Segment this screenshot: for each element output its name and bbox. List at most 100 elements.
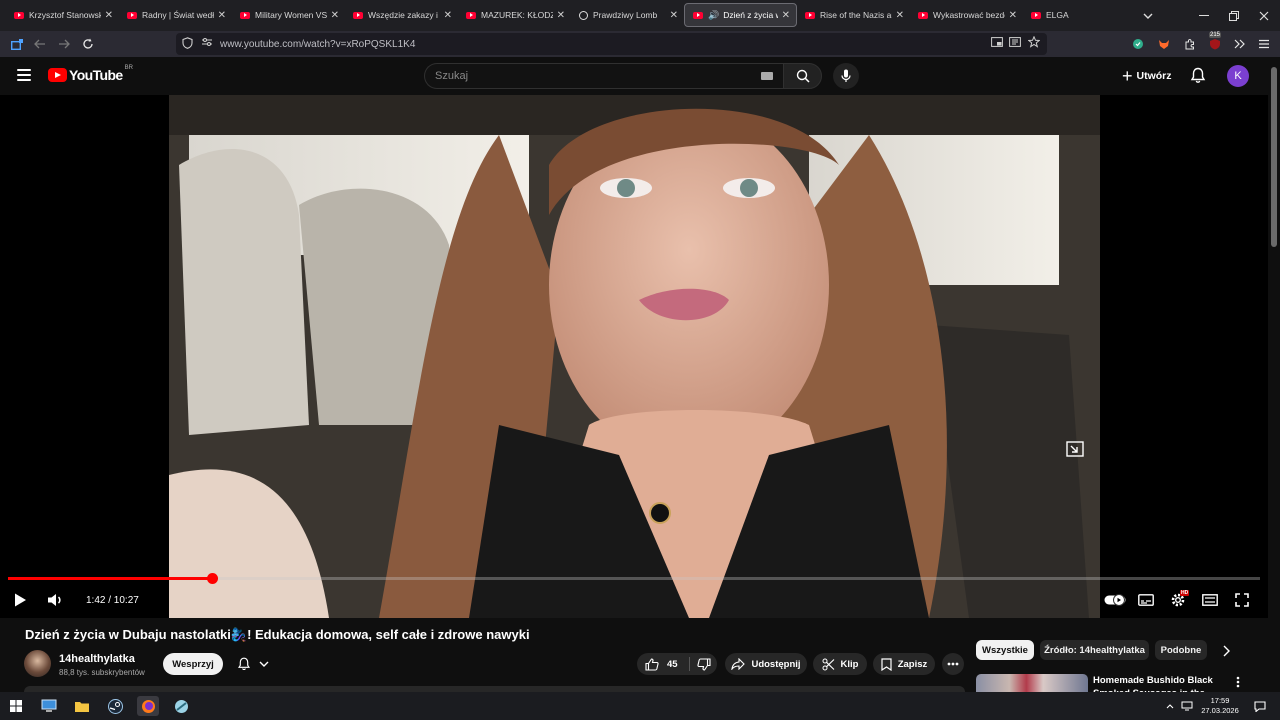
close-tab-icon[interactable]: ✕ <box>105 10 113 21</box>
reload-button[interactable] <box>79 35 97 53</box>
shield-icon[interactable] <box>182 37 193 52</box>
browser-tab[interactable]: Prawdziwy Lomb ✕ <box>571 3 684 27</box>
channel-avatar[interactable] <box>24 650 51 677</box>
youtube-masthead: YouTube BR Szukaj + Utwórz K <box>0 57 1268 95</box>
youtube-favicon-icon <box>240 11 250 19</box>
fox-extension-icon[interactable] <box>1155 35 1173 53</box>
minimize-window-button[interactable] <box>1196 0 1212 31</box>
chevron-down-icon <box>259 661 269 667</box>
network-icon[interactable] <box>1180 696 1194 716</box>
firefox-icon[interactable] <box>137 696 159 716</box>
browser-tab[interactable]: Rise of the Nazis and ✕ <box>797 3 910 27</box>
address-bar[interactable]: www.youtube.com/watch?v=xRoPQSKL1K4 <box>176 33 1047 55</box>
steam-icon[interactable] <box>104 696 126 716</box>
youtube-favicon-icon <box>14 11 24 19</box>
channel-name[interactable]: 14healthylatka <box>59 653 135 665</box>
subtitles-button[interactable] <box>1138 589 1154 611</box>
autoplay-toggle-icon <box>1104 594 1126 606</box>
recommendation-thumbnail[interactable] <box>976 674 1088 692</box>
volume-button[interactable] <box>47 589 65 611</box>
picture-in-picture-icon[interactable] <box>991 37 1003 50</box>
create-button[interactable]: + Utwórz <box>1114 64 1180 88</box>
video-player[interactable]: 1:42 / 10:27 HD <box>0 95 1268 618</box>
chip-source-channel[interactable]: Źródło: 14healthylatka <box>1040 640 1149 660</box>
more-tools-icon[interactable] <box>1231 35 1249 53</box>
forward-button[interactable] <box>55 35 73 53</box>
show-hidden-icons-chevron-icon[interactable] <box>1163 696 1177 716</box>
url-text[interactable]: www.youtube.com/watch?v=xRoPQSKL1K4 <box>220 39 415 50</box>
browser-tab-active[interactable]: 🔊 Dzień z życia w D ✕ <box>684 3 797 27</box>
subscription-bell-button[interactable] <box>229 653 277 675</box>
youtube-favicon-icon <box>805 11 815 19</box>
sidebar-toggle-icon[interactable] <box>8 35 26 53</box>
settings-button[interactable]: HD <box>1170 589 1190 611</box>
support-button[interactable]: Wesprzyj <box>163 653 223 675</box>
share-button[interactable]: Udostępnij <box>725 653 807 675</box>
account-avatar[interactable]: K <box>1227 65 1249 87</box>
close-tab-icon[interactable]: ✕ <box>782 10 790 21</box>
restore-window-button[interactable] <box>1226 0 1242 31</box>
clip-button[interactable]: Klip <box>813 653 867 675</box>
browser-tab-title: ELGA <box>1046 10 1069 20</box>
vpn-extension-icon[interactable] <box>1129 35 1147 53</box>
youtube-logo[interactable]: YouTube BR <box>48 65 133 83</box>
browser-tab[interactable]: MAZUREK: KŁODZKO ✕ <box>458 3 571 27</box>
recommendation-title[interactable]: Homemade Bushido Black Smoked Sausages i… <box>1093 674 1218 694</box>
close-tab-icon[interactable]: ✕ <box>670 10 678 21</box>
seek-bar-played <box>8 577 213 580</box>
miniplayer-button[interactable] <box>1066 441 1084 457</box>
chip-all[interactable]: Wszystkie <box>976 640 1034 660</box>
seek-bar-scrubber[interactable] <box>206 573 218 584</box>
close-tab-icon[interactable]: ✕ <box>444 10 452 21</box>
close-tab-icon[interactable]: ✕ <box>557 10 565 21</box>
autoplay-toggle[interactable] <box>1104 589 1126 611</box>
time-display: 1:42 / 10:27 <box>86 594 139 606</box>
ublock-extension-icon[interactable]: 215 <box>1206 32 1224 53</box>
play-button[interactable] <box>13 589 27 611</box>
close-tab-icon[interactable]: ✕ <box>218 10 226 21</box>
search-button[interactable] <box>783 63 822 89</box>
this-pc-icon[interactable] <box>38 696 60 716</box>
app-menu-icon[interactable] <box>1255 35 1273 53</box>
guide-menu-icon[interactable] <box>17 69 31 81</box>
windows-start-icon[interactable] <box>5 696 27 716</box>
close-tab-icon[interactable]: ✕ <box>1009 10 1017 21</box>
browser-tab[interactable]: Krzysztof Stanowski. ✕ <box>6 3 119 27</box>
video-frame[interactable] <box>169 95 1100 618</box>
taskbar-clock[interactable]: 17:59 27.03.2026 <box>1196 696 1244 716</box>
theater-mode-button[interactable] <box>1202 589 1218 611</box>
recommendation-menu-icon[interactable] <box>1236 675 1240 693</box>
list-all-tabs-button[interactable] <box>1140 0 1156 31</box>
seek-bar[interactable] <box>8 573 1260 584</box>
site-permissions-icon[interactable] <box>201 37 213 50</box>
save-button[interactable]: Zapisz <box>873 653 935 675</box>
tab-audio-playing-icon[interactable]: 🔊 <box>708 10 719 21</box>
fullscreen-button[interactable] <box>1235 589 1249 611</box>
dislike-button[interactable] <box>690 653 717 675</box>
back-button[interactable] <box>31 35 49 53</box>
browser-tab[interactable]: Wykastrować bezdom ✕ <box>910 3 1023 27</box>
browser-tab[interactable]: Wszędzie zakazy i pr ✕ <box>345 3 458 27</box>
bookmark-star-icon[interactable] <box>1027 35 1041 51</box>
close-tab-icon[interactable]: ✕ <box>896 10 904 21</box>
file-explorer-icon[interactable] <box>71 696 93 716</box>
chip-related[interactable]: Podobne <box>1155 640 1207 660</box>
browser-tab[interactable]: ELGA <box>1023 3 1136 27</box>
browser-tab[interactable]: Military Women VS S ✕ <box>232 3 345 27</box>
keyboard-icon[interactable] <box>761 72 773 80</box>
notifications-center-icon[interactable] <box>1249 696 1271 716</box>
chips-next-chevron-icon[interactable] <box>1222 644 1230 662</box>
close-window-button[interactable] <box>1256 0 1272 31</box>
voice-search-button[interactable] <box>833 63 859 89</box>
more-horizontal-icon <box>947 662 959 666</box>
more-actions-button[interactable] <box>942 653 964 675</box>
browser-tab[interactable]: Radny | Świat według ✕ <box>119 3 232 27</box>
close-tab-icon[interactable]: ✕ <box>331 10 339 21</box>
search-input[interactable]: Szukaj <box>424 63 783 89</box>
page-scrollbar[interactable] <box>1268 57 1280 692</box>
app-taskbar-icon[interactable] <box>170 696 192 716</box>
reader-view-icon[interactable] <box>1009 37 1021 50</box>
notifications-bell-icon[interactable] <box>1190 67 1206 89</box>
extensions-puzzle-icon[interactable] <box>1181 35 1199 53</box>
scrollbar-thumb[interactable] <box>1271 67 1277 247</box>
